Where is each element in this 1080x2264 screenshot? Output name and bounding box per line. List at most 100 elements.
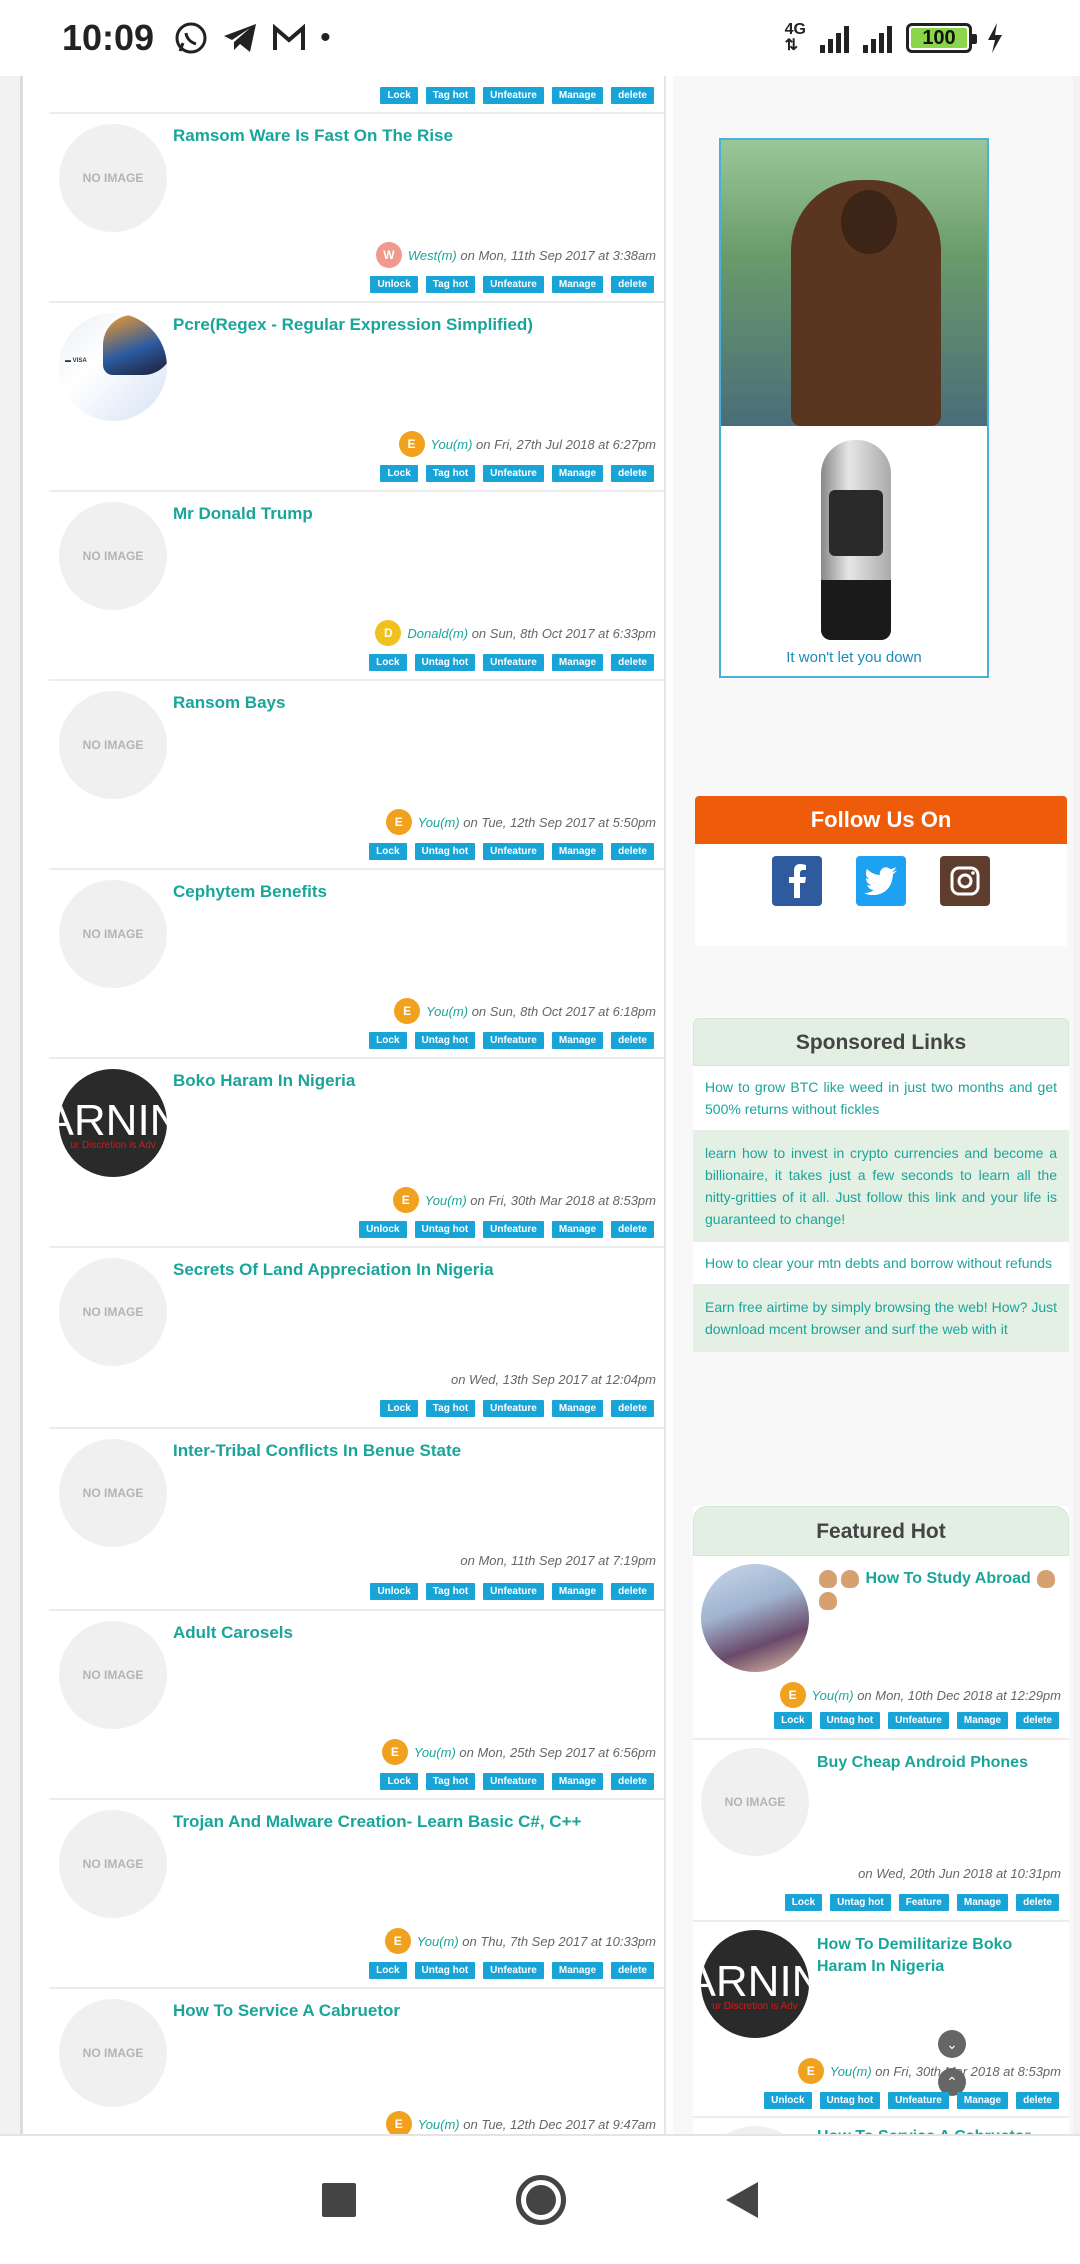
untag-hot-button[interactable]: Untag hot	[414, 654, 476, 671]
untag-hot-button[interactable]: Untag hot	[819, 1712, 881, 1729]
topic-thumbnail[interactable]: ▬ VISA	[59, 313, 167, 421]
unfeature-button[interactable]: Unfeature	[888, 1712, 949, 1729]
unfeature-button[interactable]: Unfeature	[483, 1032, 544, 1049]
lock-button[interactable]: Lock	[369, 654, 407, 671]
manage-button[interactable]: Manage	[956, 2092, 1009, 2109]
topic-author[interactable]: You(m)	[812, 1688, 854, 1703]
manage-button[interactable]: Manage	[551, 1400, 604, 1417]
topic-author[interactable]: You(m)	[431, 437, 473, 452]
topic-author[interactable]: You(m)	[426, 1004, 468, 1019]
tag-hot-button[interactable]: Tag hot	[425, 1773, 476, 1790]
manage-button[interactable]: Manage	[551, 1773, 604, 1790]
untag-hot-button[interactable]: Untag hot	[414, 1962, 476, 1979]
manage-button[interactable]: Manage	[551, 276, 604, 293]
topic-thumbnail[interactable]: ARNIN ur Discretion is Adv	[701, 1930, 809, 2038]
delete-button[interactable]: delete	[611, 1400, 654, 1417]
manage-button[interactable]: Manage	[551, 843, 604, 860]
instagram-icon[interactable]	[940, 856, 990, 906]
topic-title-text[interactable]: How To Study Abroad	[865, 1570, 1030, 1587]
topic-author[interactable]: You(m)	[418, 815, 460, 830]
topic-title[interactable]: Trojan And Malware Creation- Learn Basic…	[173, 1812, 581, 1832]
unfeature-button[interactable]: Unfeature	[483, 465, 544, 482]
unfeature-button[interactable]: Unfeature	[483, 1962, 544, 1979]
delete-button[interactable]: delete	[611, 1032, 654, 1049]
delete-button[interactable]: delete	[1016, 1712, 1059, 1729]
lock-button[interactable]: Lock	[369, 843, 407, 860]
untag-hot-button[interactable]: Untag hot	[414, 843, 476, 860]
delete-button[interactable]: delete	[611, 1221, 654, 1238]
lock-button[interactable]: Lock	[380, 87, 418, 104]
manage-button[interactable]: Manage	[551, 1032, 604, 1049]
delete-button[interactable]: delete	[1016, 1894, 1059, 1911]
topic-title[interactable]: How To Service A Cabruetor	[173, 2001, 400, 2021]
feature-button[interactable]: Feature	[898, 1894, 949, 1911]
delete-button[interactable]: delete	[611, 465, 654, 482]
topic-thumbnail[interactable]: NO IMAGE	[59, 1258, 167, 1366]
back-icon[interactable]	[726, 2182, 758, 2218]
lock-button[interactable]: Lock	[369, 1962, 407, 1979]
delete-button[interactable]: delete	[1016, 2092, 1059, 2109]
unlock-button[interactable]: Unlock	[370, 1583, 418, 1600]
topic-thumbnail[interactable]: NO IMAGE	[59, 1810, 167, 1918]
tag-hot-button[interactable]: Tag hot	[425, 465, 476, 482]
topic-thumbnail[interactable]: NO IMAGE	[701, 1748, 809, 1856]
sponsored-link[interactable]: How to grow BTC like weed in just two mo…	[693, 1066, 1069, 1132]
sponsored-link[interactable]: How to clear your mtn debts and borrow w…	[693, 1242, 1069, 1286]
topic-thumbnail[interactable]: NO IMAGE	[59, 1621, 167, 1729]
facebook-icon[interactable]	[772, 856, 822, 906]
advertisement-banner[interactable]: It won't let you down	[719, 138, 989, 678]
topic-title[interactable]: Adult Carosels	[173, 1623, 293, 1643]
topic-title[interactable]: Ransom Bays	[173, 693, 285, 713]
lock-button[interactable]: Lock	[380, 465, 418, 482]
tag-hot-button[interactable]: Tag hot	[425, 276, 476, 293]
manage-button[interactable]: Manage	[551, 465, 604, 482]
delete-button[interactable]: delete	[611, 87, 654, 104]
topic-thumbnail[interactable]	[701, 1564, 809, 1672]
unfeature-button[interactable]: Unfeature	[888, 2092, 949, 2109]
unfeature-button[interactable]: Unfeature	[483, 654, 544, 671]
topic-title[interactable]: How To Study Abroad	[817, 1568, 1063, 1612]
untag-hot-button[interactable]: Untag hot	[819, 2092, 881, 2109]
unfeature-button[interactable]: Unfeature	[483, 276, 544, 293]
topic-title[interactable]: Ramsom Ware Is Fast On The Rise	[173, 126, 453, 146]
topic-title[interactable]: Mr Donald Trump	[173, 504, 313, 524]
topic-author[interactable]: You(m)	[830, 2064, 872, 2079]
unfeature-button[interactable]: Unfeature	[483, 1221, 544, 1238]
manage-button[interactable]: Manage	[551, 1583, 604, 1600]
topic-title[interactable]: Inter-Tribal Conflicts In Benue State	[173, 1441, 461, 1461]
home-icon[interactable]	[516, 2175, 566, 2225]
unfeature-button[interactable]: Unfeature	[483, 1583, 544, 1600]
unfeature-button[interactable]: Unfeature	[483, 1773, 544, 1790]
tag-hot-button[interactable]: Tag hot	[425, 87, 476, 104]
unfeature-button[interactable]: Unfeature	[483, 1400, 544, 1417]
lock-button[interactable]: Lock	[369, 1032, 407, 1049]
topic-thumbnail[interactable]: NO IMAGE	[59, 691, 167, 799]
topic-title[interactable]: How To Service A Cabruetor	[817, 2126, 1063, 2134]
delete-button[interactable]: delete	[611, 1962, 654, 1979]
topic-title[interactable]: Buy Cheap Android Phones	[817, 1752, 1063, 1774]
delete-button[interactable]: delete	[611, 654, 654, 671]
topic-title[interactable]: How To Demilitarize Boko Haram In Nigeri…	[817, 1934, 1063, 1978]
topic-author[interactable]: You(m)	[417, 1934, 459, 1949]
topic-thumbnail[interactable]: NO IMAGE	[59, 880, 167, 988]
lock-button[interactable]: Lock	[380, 1773, 418, 1790]
topic-thumbnail[interactable]: NO IMAGE	[59, 502, 167, 610]
delete-button[interactable]: delete	[611, 276, 654, 293]
manage-button[interactable]: Manage	[956, 1712, 1009, 1729]
unlock-button[interactable]: Unlock	[359, 1221, 407, 1238]
recent-apps-icon[interactable]	[322, 2183, 356, 2217]
lock-button[interactable]: Lock	[784, 1894, 823, 1911]
delete-button[interactable]: delete	[611, 1583, 654, 1600]
manage-button[interactable]: Manage	[551, 87, 604, 104]
topic-author[interactable]: West(m)	[408, 248, 457, 263]
topic-thumbnail[interactable]: ARNIN ur Discretion is Adv	[59, 1069, 167, 1177]
tag-hot-button[interactable]: Tag hot	[425, 1583, 476, 1600]
unlock-button[interactable]: Unlock	[764, 2092, 812, 2109]
manage-button[interactable]: Manage	[551, 1221, 604, 1238]
manage-button[interactable]: Manage	[551, 654, 604, 671]
sponsored-link[interactable]: learn how to invest in crypto currencies…	[693, 1132, 1069, 1242]
unfeature-button[interactable]: Unfeature	[483, 87, 544, 104]
topic-thumbnail[interactable]: NO IMAGE	[59, 1439, 167, 1547]
topic-author[interactable]: You(m)	[425, 1193, 467, 1208]
untag-hot-button[interactable]: Untag hot	[830, 1894, 891, 1911]
